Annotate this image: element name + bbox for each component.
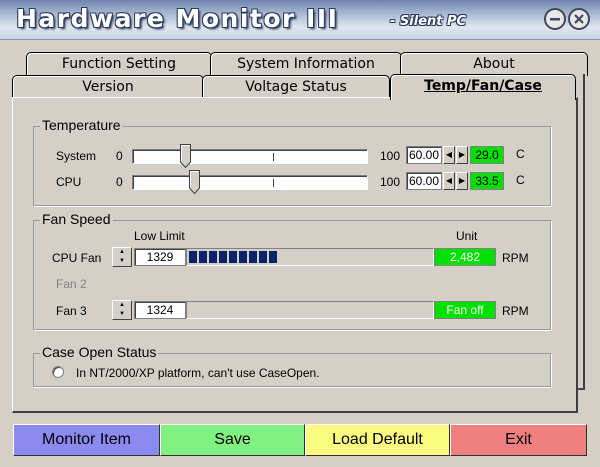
system-temp-label: System [56, 149, 97, 163]
temp-fan-case-panel: Temperature System 0 100 60.00 ◀ ▶ 29.0 … [12, 97, 578, 413]
cpu-threshold-decrease[interactable]: ◀ [443, 172, 455, 190]
system-threshold-increase[interactable]: ▶ [456, 146, 468, 164]
fan3-label: Fan 3 [56, 304, 87, 318]
cpu-fan-reading: 2,482 [434, 248, 496, 266]
monitor-item-button[interactable]: Monitor Item [13, 424, 160, 456]
system-temp-reading: 29.0 [470, 146, 504, 164]
case-open-message: In NT/2000/XP platform, can't use CaseOp… [76, 366, 320, 380]
system-threshold-field[interactable]: 60.00 [406, 146, 442, 164]
low-limit-header: Low Limit [134, 229, 185, 243]
save-button[interactable]: Save [160, 424, 305, 456]
case-open-group: Case Open Status In NT/2000/XP platform,… [33, 344, 551, 387]
system-slider-max: 100 [380, 149, 401, 163]
app-title: Hardware Monitor III [16, 4, 339, 33]
unit-header: Unit [456, 229, 478, 243]
x-circle-icon [574, 14, 584, 24]
title-bar[interactable]: Hardware Monitor III - Silent PC [0, 0, 600, 40]
cpu-temp-reading: 33.5 [470, 172, 504, 190]
slider-tick [273, 179, 274, 187]
cpu-fan-progress [186, 248, 434, 266]
cpu-fan-limit-spinner[interactable]: ▲ ▼ [112, 247, 132, 267]
tab-system-information[interactable]: System Information [210, 52, 402, 76]
app-subtitle: - Silent PC [390, 14, 467, 29]
system-slider-thumb[interactable] [180, 144, 191, 168]
slider-tick [273, 153, 274, 161]
triangle-right-icon: ▶ [458, 150, 466, 159]
case-open-radio[interactable] [52, 366, 64, 378]
cpu-slider-thumb[interactable] [189, 170, 200, 194]
fan-speed-group-title: Fan Speed [40, 211, 113, 227]
cpu-temp-slider[interactable] [132, 170, 368, 194]
triangle-right-icon: ▶ [458, 176, 466, 185]
case-open-group-title: Case Open Status [40, 344, 159, 360]
triangle-left-icon: ◀ [445, 150, 453, 159]
fan3-limit-spinner[interactable]: ▲ ▼ [112, 300, 132, 320]
tab-temp-fan-case[interactable]: Temp/Fan/Case [390, 74, 576, 100]
spin-down-icon[interactable]: ▼ [113, 310, 131, 319]
cpu-fan-label: CPU Fan [52, 251, 102, 265]
close-button[interactable] [568, 8, 590, 30]
minimize-button[interactable] [544, 8, 566, 30]
tab-about[interactable]: About [400, 52, 588, 76]
spin-up-icon[interactable]: ▲ [113, 248, 131, 257]
exit-button[interactable]: Exit [450, 424, 587, 456]
fan3-progress [186, 301, 434, 319]
system-temp-unit: C [516, 147, 525, 161]
cpu-threshold-field[interactable]: 60.00 [406, 172, 442, 190]
temperature-group-title: Temperature [40, 117, 123, 133]
spin-down-icon[interactable]: ▼ [113, 257, 131, 266]
fan3-unit: RPM [502, 304, 529, 318]
fan3-low-limit-field[interactable]: 1324 [134, 301, 186, 319]
system-threshold-decrease[interactable]: ◀ [443, 146, 455, 164]
tab-version[interactable]: Version [12, 75, 204, 99]
cpu-fan-low-limit-field[interactable]: 1329 [134, 248, 186, 266]
cpu-temp-unit: C [516, 173, 525, 187]
tab-function-setting[interactable]: Function Setting [26, 52, 212, 76]
cpu-fan-progress-fill [189, 251, 279, 263]
triangle-left-icon: ◀ [445, 176, 453, 185]
cpu-fan-unit: RPM [502, 251, 529, 265]
fan-speed-group: Fan Speed Low Limit Unit CPU Fan ▲ ▼ 132… [33, 211, 551, 330]
temperature-group: Temperature System 0 100 60.00 ◀ ▶ 29.0 … [33, 117, 551, 206]
system-slider-min: 0 [116, 149, 123, 163]
minus-circle-icon [550, 18, 560, 21]
hardware-monitor-window: Hardware Monitor III - Silent PC Functio… [0, 0, 600, 467]
system-temp-slider[interactable] [132, 144, 368, 168]
tab-voltage-status[interactable]: Voltage Status [202, 75, 390, 99]
fan2-label: Fan 2 [56, 277, 87, 291]
load-default-button[interactable]: Load Default [305, 424, 450, 456]
cpu-threshold-increase[interactable]: ▶ [456, 172, 468, 190]
spin-up-icon[interactable]: ▲ [113, 301, 131, 310]
fan3-reading: Fan off [434, 301, 496, 319]
cpu-slider-max: 100 [380, 175, 401, 189]
cpu-temp-label: CPU [56, 175, 82, 189]
cpu-slider-min: 0 [116, 175, 123, 189]
